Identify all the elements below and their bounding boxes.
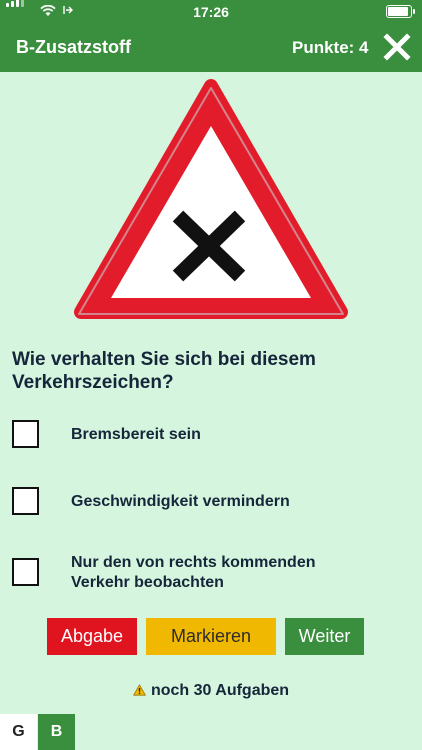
- points-counter: Punkte: 4: [292, 38, 369, 57]
- answer-option-3[interactable]: Nur den von rechts kommenden Verkehr beo…: [12, 554, 412, 595]
- remaining-tasks: noch 30 Aufgaben: [0, 682, 422, 700]
- nav-bar: B-Zusatzstoff Punkte: 4: [0, 22, 422, 72]
- remaining-text: noch 30 Aufgaben: [150, 682, 290, 699]
- page-title: B-Zusatzstoff: [16, 37, 131, 57]
- next-button[interactable]: Weiter: [285, 618, 364, 655]
- answer-checkbox[interactable]: [12, 558, 39, 586]
- answer-option-1[interactable]: Bremsbereit sein: [12, 420, 412, 450]
- warning-icon: [133, 684, 146, 696]
- battery-icon: [386, 5, 415, 18]
- answer-label: Nur den von rechts kommenden Verkehr beo…: [71, 554, 316, 591]
- answer-checkbox[interactable]: [12, 487, 39, 515]
- submit-button[interactable]: Abgabe: [47, 618, 137, 655]
- mark-button[interactable]: Markieren: [146, 618, 276, 655]
- answer-checkbox[interactable]: [12, 420, 39, 448]
- warning-triangle-crossroads-icon: [74, 79, 348, 319]
- answer-label: Geschwindigkeit vermindern: [71, 493, 290, 510]
- tab-g[interactable]: G: [0, 714, 37, 750]
- traffic-sign-image: [58, 74, 364, 326]
- tab-b[interactable]: B: [38, 714, 75, 750]
- answer-label: Bremsbereit sein: [71, 426, 201, 443]
- status-time: 17:26: [193, 4, 229, 20]
- answer-option-2[interactable]: Geschwindigkeit vermindern: [12, 487, 412, 517]
- question-text: Wie verhalten Sie sich bei diesem Verkeh…: [12, 349, 316, 393]
- status-bar: 17:26: [0, 0, 422, 22]
- close-icon[interactable]: [383, 33, 411, 61]
